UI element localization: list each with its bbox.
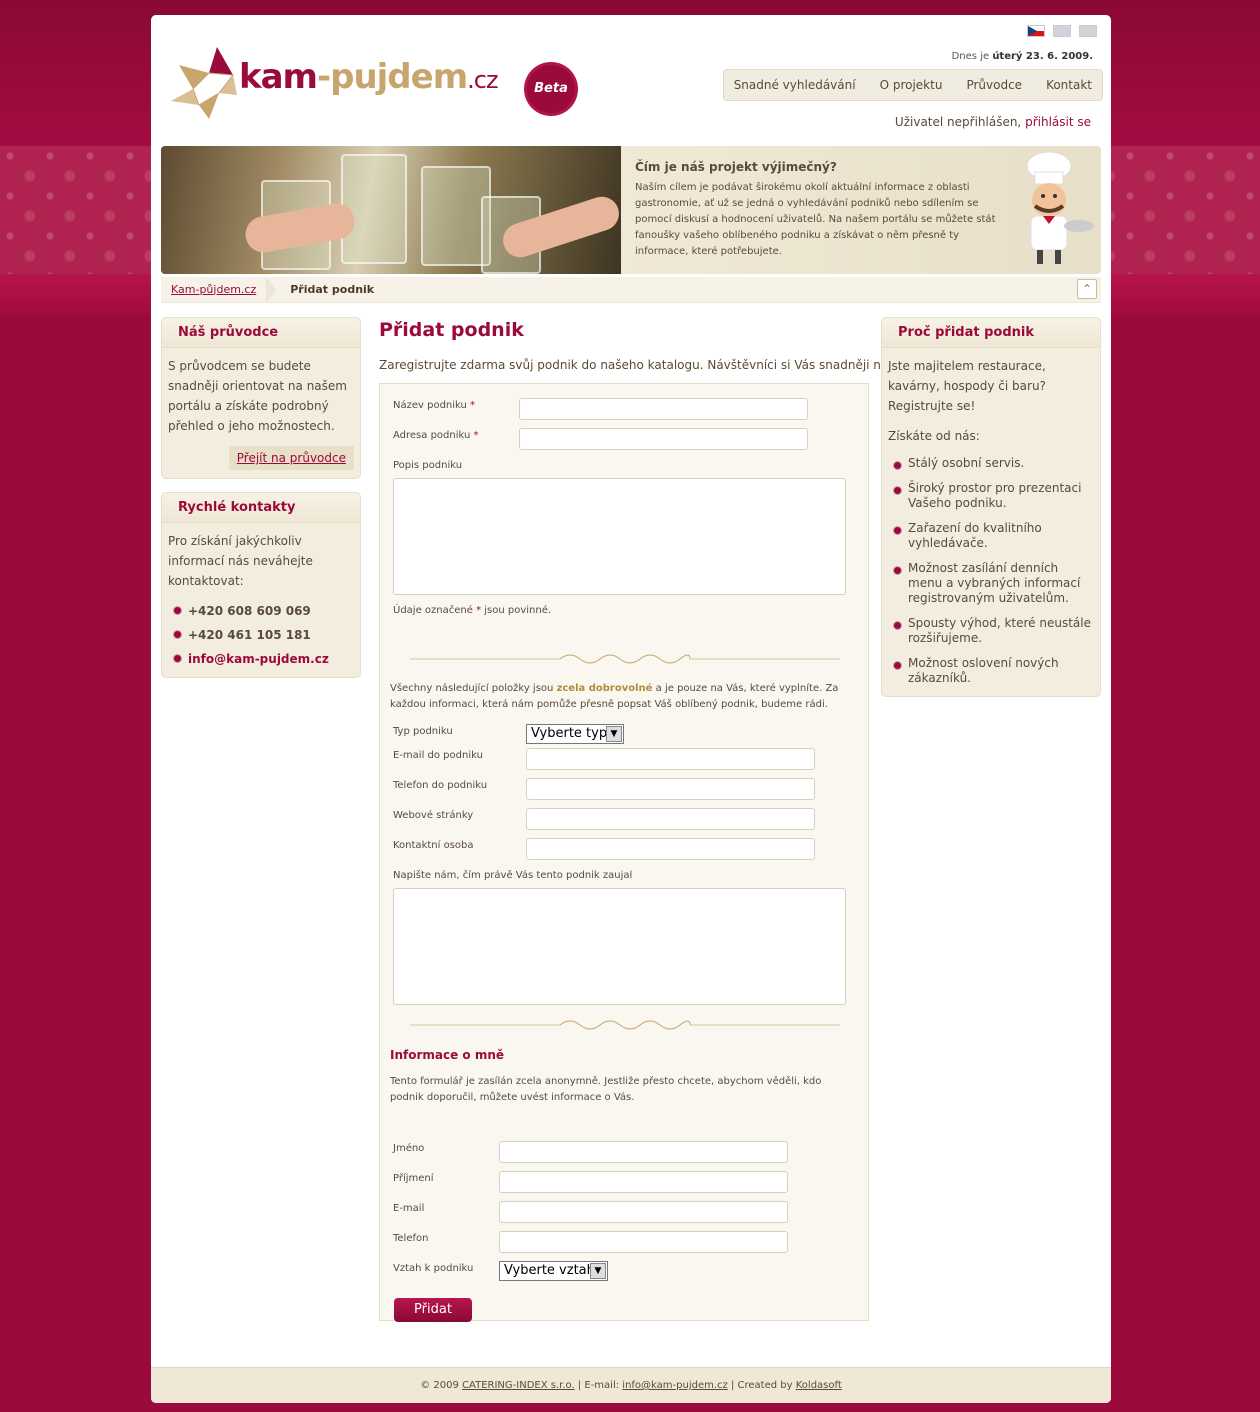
benefit-item: Spousty výhod, které neustále rozšiřujem… <box>888 616 1094 646</box>
contacts-text: Pro získání jakýchkoliv informací nás ne… <box>168 534 313 588</box>
benefit-item: Zařazení do kvalitního vyhledávače. <box>888 521 1094 551</box>
contact-phone: +420 608 609 069 <box>168 601 354 621</box>
first-name-input[interactable] <box>499 1141 788 1163</box>
promo-banner: Čím je náš projekt výjimečný? Naším cíle… <box>161 146 1101 274</box>
nav-easy-search[interactable]: Snadné vyhledávání <box>734 78 856 92</box>
breadcrumb-home-link[interactable]: Kam-půjdem.cz <box>161 277 266 303</box>
phone-label: Telefon <box>393 1233 429 1244</box>
last-name-input[interactable] <box>499 1171 788 1193</box>
contact-email-link[interactable]: info@kam-pujdem.cz <box>188 652 329 666</box>
venue-web-label: Webové stránky <box>393 810 474 821</box>
why-add-intro: Jste majitelem restaurace, kavárny, hosp… <box>888 359 1046 413</box>
footer-email-link[interactable]: info@kam-pujdem.cz <box>622 1380 727 1391</box>
why-add-box: Proč přidat podnik Jste majitelem restau… <box>881 317 1101 697</box>
banner-photo <box>161 146 624 274</box>
ornament-divider-icon <box>410 654 840 664</box>
breadcrumb-current: Přidat podnik <box>290 283 375 296</box>
nav-guide[interactable]: Průvodce <box>966 78 1022 92</box>
top-navigation: Snadné vyhledávání O projektu Průvodce K… <box>722 69 1103 101</box>
guide-link[interactable]: Přejít na průvodce <box>228 446 354 470</box>
venue-phone-input[interactable] <box>526 778 815 800</box>
ornament-divider-icon <box>410 1020 840 1030</box>
why-add-sub: Získáte od nás: <box>888 429 980 443</box>
company-link[interactable]: CATERING-INDEX s.r.o. <box>462 1380 575 1391</box>
login-link[interactable]: přihlásit se <box>1025 115 1091 129</box>
chef-mascot-icon <box>1026 151 1094 264</box>
relation-select[interactable]: Vyberte vztah ▼ <box>499 1261 608 1281</box>
email-label: E-mail <box>393 1203 425 1214</box>
user-status: Uživatel nepřihlášen, přihlásit se <box>894 115 1091 129</box>
logo-wordmark: kam-pujdem.cz <box>239 57 499 97</box>
add-venue-form: Název podniku * Adresa podniku * Popis p… <box>379 383 869 1322</box>
why-textarea[interactable] <box>393 888 846 1005</box>
guide-box: Náš průvodce S průvodcem se budete snadn… <box>161 317 361 479</box>
guide-text: S průvodcem se budete snadněji orientova… <box>168 359 347 433</box>
page-intro: Zaregistrujte zdarma svůj podnik do naše… <box>379 358 918 372</box>
contact-phone: +420 461 105 181 <box>168 625 354 645</box>
submit-button[interactable]: Přidat <box>394 1298 472 1322</box>
glass-image <box>341 154 407 264</box>
venue-description-label: Popis podniku <box>393 460 463 471</box>
nav-contact[interactable]: Kontakt <box>1046 78 1092 92</box>
star-logo-icon <box>171 47 237 119</box>
beta-badge: Beta <box>527 65 575 113</box>
about-me-note: Tento formulář je zasílán zcela anonymně… <box>390 1076 822 1103</box>
banner-title: Čím je náš projekt výjimečný? <box>635 160 837 174</box>
page-container: kam-pujdem.cz Beta Dnes je úterý 23. 6. … <box>151 15 1111 1403</box>
optional-note: Všechny následující položky jsou zcela d… <box>390 683 839 710</box>
venue-address-label: Adresa podniku * <box>393 430 479 441</box>
email-input[interactable] <box>499 1201 788 1223</box>
contacts-list: +420 608 609 069 +420 461 105 181 info@k… <box>168 601 354 669</box>
benefit-item: Stálý osobní servis. <box>888 456 1094 471</box>
venue-name-input[interactable] <box>519 398 808 420</box>
benefit-item: Široký prostor pro prezentaci Vašeho pod… <box>888 481 1094 511</box>
phone-input[interactable] <box>499 1231 788 1253</box>
about-me-title: Informace o mně <box>390 1048 505 1062</box>
contact-email-item: info@kam-pujdem.cz <box>168 649 354 669</box>
venue-phone-label: Telefon do podniku <box>393 780 488 791</box>
chevron-down-icon: ▼ <box>606 726 622 742</box>
venue-web-input[interactable] <box>526 808 815 830</box>
contacts-box: Rychlé kontakty Pro získání jakýchkoliv … <box>161 492 361 678</box>
benefits-list: Stálý osobní servis. Široký prostor pro … <box>888 456 1094 686</box>
breadcrumb-separator-icon <box>266 276 277 303</box>
current-date: Dnes je úterý 23. 6. 2009. <box>951 51 1093 62</box>
contact-person-input[interactable] <box>526 838 815 860</box>
benefit-item: Možnost oslovení nových zákazníků. <box>888 656 1094 686</box>
venue-type-label: Typ podniku <box>393 726 453 737</box>
footer: © 2009 CATERING-INDEX s.r.o. | E-mail: i… <box>151 1367 1111 1403</box>
relation-label: Vztah k podniku <box>393 1263 474 1274</box>
banner-body: Naším cílem je podávat širokému okolí ak… <box>635 182 996 257</box>
english-flag-icon[interactable] <box>1053 25 1071 37</box>
last-name-label: Příjmení <box>393 1173 434 1184</box>
author-link[interactable]: Koldasoft <box>796 1380 842 1391</box>
venue-description-textarea[interactable] <box>393 478 846 595</box>
required-note: Údaje označené * jsou povinné. <box>393 605 552 616</box>
venue-type-select[interactable]: Vyberte typ ▼ <box>526 724 624 744</box>
german-flag-icon[interactable] <box>1079 25 1097 37</box>
chevron-down-icon: ▼ <box>590 1263 606 1279</box>
benefit-item: Možnost zasílání denních menu a vybranýc… <box>888 561 1094 606</box>
guide-title: Náš průvodce <box>162 318 360 348</box>
nav-about[interactable]: O projektu <box>880 78 943 92</box>
first-name-label: Jméno <box>393 1143 425 1154</box>
scroll-top-icon[interactable]: ⌃ <box>1077 279 1097 299</box>
venue-email-input[interactable] <box>526 748 815 770</box>
contacts-title: Rychlé kontakty <box>162 493 360 523</box>
why-add-title: Proč přidat podnik <box>882 318 1100 348</box>
language-switcher <box>1027 25 1097 37</box>
venue-email-label: E-mail do podniku <box>393 750 483 761</box>
page-title: Přidat podnik <box>379 319 524 341</box>
breadcrumb: Kam-půjdem.cz Přidat podnik ⌃ <box>161 276 1101 303</box>
logo[interactable]: kam-pujdem.cz Beta <box>169 45 575 125</box>
czech-flag-icon[interactable] <box>1027 25 1045 37</box>
venue-name-label: Název podniku * <box>393 400 476 411</box>
venue-address-input[interactable] <box>519 428 808 450</box>
why-label: Napište nám, čím právě Vás tento podnik … <box>393 870 633 881</box>
contact-person-label: Kontaktní osoba <box>393 840 474 851</box>
